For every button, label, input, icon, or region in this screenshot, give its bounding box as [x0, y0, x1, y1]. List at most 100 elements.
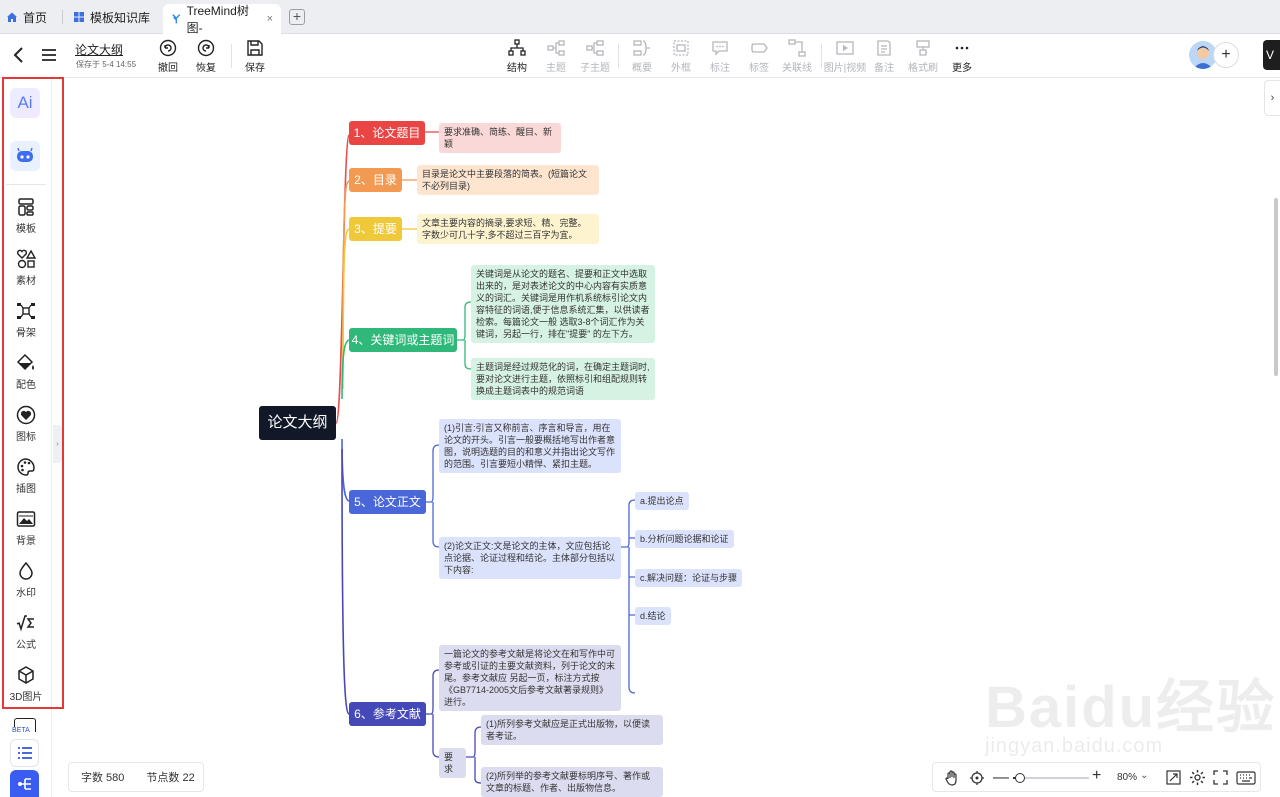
fullscreen-icon[interactable] — [1213, 770, 1228, 785]
tab-home[interactable]: 首页 — [6, 0, 47, 34]
subtopic-icon — [586, 39, 604, 56]
subtopic-label: 子主题 — [580, 62, 610, 74]
document-title[interactable]: 论文大纲 — [75, 41, 123, 58]
locate-icon[interactable] — [969, 770, 985, 786]
tag-label: 标签 — [749, 62, 769, 74]
frame-icon — [673, 39, 689, 56]
media-icon — [836, 40, 854, 55]
branch-title-body[interactable]: 5、论文正文 — [349, 490, 426, 514]
body-sub-item[interactable]: c.解决问题：论证与步骤 — [635, 569, 743, 587]
browser-tab-bar: 首页 模板知识库 TreeMind树图- × + — [0, 0, 1280, 35]
memo-button[interactable]: 备注 — [864, 36, 904, 76]
redo-label: 恢复 — [196, 62, 216, 74]
keyboard-icon[interactable] — [1236, 771, 1256, 785]
back-icon[interactable] — [10, 45, 28, 65]
branch-title-references[interactable]: 6、参考文献 — [349, 702, 426, 726]
tab-label: TreeMind树图- — [186, 4, 249, 35]
frame-label: 外框 — [671, 62, 691, 74]
branch-note-references[interactable]: 一篇论文的参考文献是将论文在和写作中可参考或引证的主要文献资料，列于论文的末尾。… — [439, 645, 621, 711]
save-icon — [247, 39, 263, 56]
branch-title-abstract[interactable]: 3、提要 — [349, 217, 402, 241]
callout-label: 标注 — [710, 62, 730, 74]
beta-label: BETA — [11, 727, 31, 734]
body-sub-item[interactable]: b.分析问题论据和论证 — [635, 530, 734, 548]
tag-icon — [751, 42, 768, 53]
topic-label: 主题 — [546, 62, 566, 74]
format-brush-label: 格式刷 — [908, 62, 938, 74]
media-label: 图片|视频 — [823, 62, 867, 74]
branch-note-topic[interactable]: 要求准确、简练、醒目、新颖 — [439, 123, 561, 153]
branch-note-abstract[interactable]: 文章主要内容的摘录,要求短、精、完整。字数少可几十字,多不超过三百字为宜。 — [417, 214, 599, 244]
branch-note-keywords[interactable]: 关键词是从论文的题名、提要和正文中选取出来的，是对表述论文的中心内容有实质意义的… — [471, 265, 655, 343]
branch-title-toc[interactable]: 2、目录 — [349, 168, 402, 192]
branch-note-intro[interactable]: (1)引言:引言又称前言、序言和导言，用在论文的开头。引言一般要概括地写出作者意… — [439, 419, 621, 473]
summary-button[interactable]: 概要 — [622, 36, 662, 76]
hand-icon[interactable] — [945, 770, 959, 786]
branch-title-keywords[interactable]: 4、关键词或主题词 — [349, 328, 457, 352]
callout-icon — [712, 40, 728, 56]
tab-templates[interactable]: 模板知识库 — [73, 0, 150, 34]
more-icon — [955, 46, 969, 49]
branch-note-toc[interactable]: 目录是论文中主要段落的简表。(短篇论文不必列目录) — [417, 165, 599, 195]
treemind-logo-icon — [172, 14, 181, 24]
relation-line-icon — [788, 38, 806, 57]
outline-view-button[interactable] — [10, 739, 39, 767]
references-requirement[interactable]: 要求 — [439, 748, 466, 778]
chevron-down-icon[interactable]: ⌄ — [1140, 770, 1148, 781]
relation-line-label: 关联线 — [782, 62, 812, 74]
close-tab-icon[interactable]: × — [267, 13, 273, 25]
root-node[interactable]: 论文大纲 — [259, 406, 336, 440]
add-collaborator-button[interactable]: + — [1213, 42, 1239, 68]
structure-label: 结构 — [507, 62, 527, 74]
requirement-item[interactable]: (2)所列举的参考文献要标明序号、著作或文章的标题、作者、出版物信息。 — [481, 767, 663, 797]
new-tab-button[interactable]: + — [289, 9, 305, 25]
fit-screen-icon[interactable] — [1166, 770, 1181, 785]
relation-line-button[interactable]: 关联线 — [777, 36, 817, 76]
zoom-level[interactable]: 80% — [1117, 772, 1137, 783]
node-count: 节点数 22 — [146, 772, 195, 784]
save-button[interactable]: 保存 — [235, 36, 275, 76]
redo-button[interactable]: 恢复 — [186, 36, 226, 76]
mindmap-icon — [17, 777, 31, 790]
zoom-out-button[interactable]: — — [993, 769, 1009, 787]
branch-note-subject-words[interactable]: 主题词是经过规范化的词，在确定主题词时,要对论文进行主题，依照标引和组配规则转换… — [471, 358, 655, 400]
mindmap-view-button[interactable] — [10, 770, 39, 797]
branch-title-topic[interactable]: 1、论文题目 — [349, 121, 425, 145]
summary-icon — [633, 39, 650, 56]
branch-note-body[interactable]: (2)论文正文:文是论文的主体，文应包括论点论据、论证过程和结论。主体部分包括以… — [439, 537, 621, 579]
structure-button[interactable]: 结构 — [497, 36, 537, 76]
undo-button[interactable]: 撤回 — [148, 36, 188, 76]
watermark-url: jingyan.baidu.com — [985, 735, 1164, 757]
media-button[interactable]: 图片|视频 — [822, 36, 868, 76]
zoom-in-button[interactable]: + — [1092, 767, 1101, 785]
format-brush-button[interactable]: 格式刷 — [903, 36, 943, 76]
callout-button[interactable]: 标注 — [700, 36, 740, 76]
structure-icon — [508, 38, 526, 56]
watermark-text: Baidu经验 — [985, 675, 1277, 740]
settings-gear-icon[interactable] — [1189, 769, 1206, 786]
undo-icon — [159, 39, 177, 56]
body-sub-item[interactable]: a.提出论点 — [635, 492, 689, 510]
requirement-item[interactable]: (1)所列参考文献应是正式出版物，以便读者考证。 — [481, 715, 663, 745]
summary-label: 概要 — [632, 62, 652, 74]
subtopic-button[interactable]: 子主题 — [575, 36, 615, 76]
frame-button[interactable]: 外框 — [661, 36, 701, 76]
menu-icon[interactable] — [40, 47, 58, 63]
toolbar-divider — [231, 44, 232, 68]
saved-status: 保存于 5-4 14:55 — [76, 60, 137, 69]
tag-button[interactable]: 标签 — [739, 36, 779, 76]
save-label: 保存 — [245, 62, 265, 74]
format-brush-icon — [916, 39, 930, 56]
vip-badge[interactable]: V — [1263, 40, 1280, 70]
document-stats: 字数 580 节点数 22 — [68, 762, 204, 792]
home-icon — [7, 12, 17, 22]
vertical-scrollbar[interactable] — [1274, 198, 1278, 376]
topic-button[interactable]: 主题 — [536, 36, 576, 76]
toolbar-divider — [618, 44, 619, 68]
more-button[interactable]: 更多 — [942, 36, 982, 76]
tab-treemind[interactable]: TreeMind树图- × — [163, 4, 281, 35]
zoom-slider-thumb[interactable] — [1015, 773, 1025, 783]
undo-label: 撤回 — [158, 62, 178, 74]
body-sub-item[interactable]: d.结论 — [635, 607, 671, 625]
right-panel-toggle[interactable]: › — [1264, 80, 1280, 116]
